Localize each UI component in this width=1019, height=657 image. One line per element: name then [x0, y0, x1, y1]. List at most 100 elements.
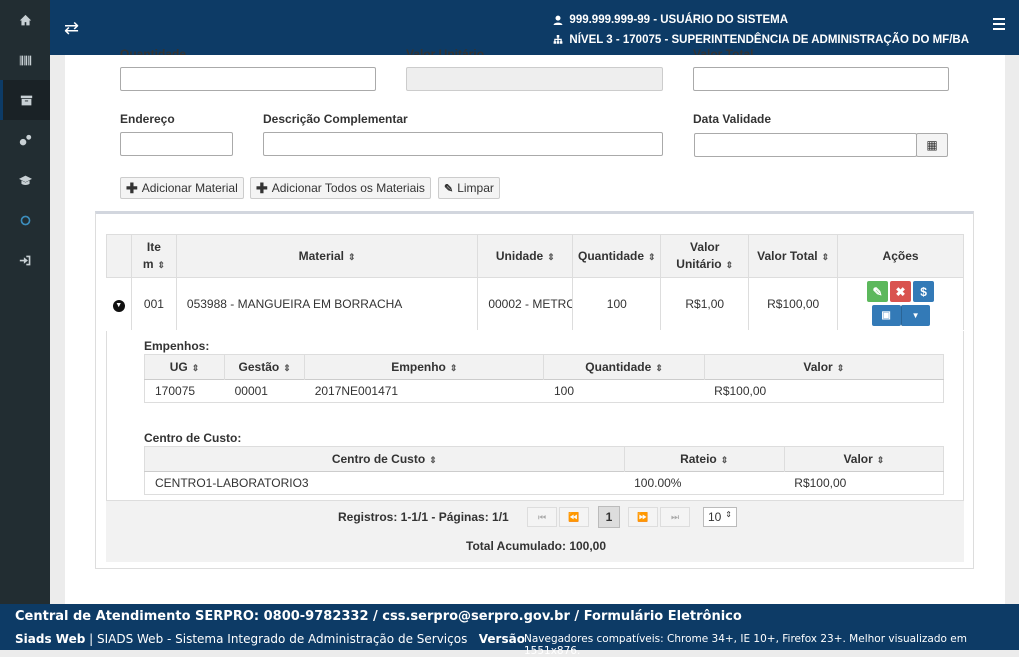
rateio-column-header[interactable]: Rateio ⇕: [624, 446, 785, 472]
centro-custo-table: Centro de Custo ⇕ Rateio ⇕ Valor ⇕ CENTRO1-…: [144, 446, 944, 495]
clear-button[interactable]: ✎ Limpar: [438, 177, 500, 199]
footer: Central de Atendimento SERPRO: 0800-9782…: [0, 604, 1019, 657]
ug-column-header[interactable]: UG ⇕: [144, 354, 226, 380]
caret-down-icon: ▼: [911, 311, 920, 321]
acoes-column-header: Ações: [837, 234, 964, 278]
expand-row-icon[interactable]: ▼: [106, 277, 132, 330]
sidebar: [0, 0, 50, 604]
sidebar-item-archive[interactable]: [0, 80, 50, 120]
delete-button[interactable]: ✖: [890, 281, 912, 303]
gestao-column-header[interactable]: Gestão ⇕: [224, 354, 306, 380]
sign-in-icon: [19, 255, 30, 265]
material-cell: 053988 - MANGUEIRA EM BORRACHA: [176, 277, 479, 330]
pagination-bar: Registros: 1-1/1 - Páginas: 1/1 ⏮ ⏪ 1 ⏩ …: [106, 500, 964, 562]
money-icon: ▣: [881, 310, 891, 322]
graduation-cap-icon: [18, 175, 32, 185]
dropdown-button[interactable]: ▼: [900, 305, 930, 327]
per-page-select[interactable]: 10 ⇕: [703, 507, 737, 527]
unidade-cell: 00002 - METRO: [477, 277, 574, 330]
archive-icon: [20, 95, 33, 105]
data-validade-input[interactable]: [694, 133, 917, 157]
item-cell: 001: [131, 277, 177, 330]
ug-cell: 170075: [144, 379, 225, 403]
endereco-label: Endereço: [120, 112, 175, 126]
emp-quantidade-cell: 100: [543, 379, 705, 403]
descricao-label: Descrição Complementar: [263, 112, 408, 126]
edit-button[interactable]: ✎: [867, 281, 889, 303]
add-all-materials-button[interactable]: ✚ Adicionar Todos os Materiais: [250, 177, 431, 199]
pencil-icon: ✎: [872, 284, 883, 299]
gestao-cell: 00001: [224, 379, 305, 403]
next-page-button[interactable]: ⏩: [628, 507, 658, 527]
valor-total-cell: R$100,00: [748, 277, 839, 330]
empenho-column-header[interactable]: Empenho ⇕: [304, 354, 545, 380]
endereco-input[interactable]: [120, 132, 233, 156]
valor-total-input[interactable]: [693, 67, 949, 91]
sidebar-item-barcode[interactable]: [0, 40, 50, 80]
cc-valor-cell: R$100,00: [784, 471, 944, 495]
actions-cell: ✎ ✖ $ ▣ ▼: [837, 277, 964, 330]
sitemap-icon: [554, 35, 563, 44]
plus-icon: ✚: [126, 179, 138, 196]
current-page-button[interactable]: 1: [598, 506, 620, 528]
money-button[interactable]: ▣: [871, 305, 901, 327]
user-icon: [554, 15, 563, 25]
centro-cell: CENTRO1-LABORATORIO3: [144, 471, 625, 495]
add-material-button[interactable]: ✚ Adicionar Material: [120, 177, 244, 199]
menu-toggle-icon[interactable]: [993, 18, 1005, 33]
emp-valor-cell: R$100,00: [704, 379, 944, 403]
data-validade-label: Data Validade: [693, 112, 772, 126]
total-acumulado-text: Total Acumulado: 100,00: [466, 539, 607, 553]
emp-valor-column-header[interactable]: Valor ⇕: [704, 354, 944, 380]
gears-icon: [19, 134, 31, 145]
quantidade-column-header[interactable]: Quantidade ⇕: [572, 234, 662, 278]
row-detail: Empenhos: UG ⇕ Gestão ⇕ Empenho ⇕ Quantidad…: [106, 331, 964, 501]
first-page-button[interactable]: ⏮: [527, 507, 557, 527]
rateio-cell: 100.00%: [624, 471, 785, 495]
valor-unitario-column-header[interactable]: Valor Unitário ⇕: [660, 234, 750, 278]
price-button[interactable]: $: [913, 281, 935, 303]
empenhos-table: UG ⇕ Gestão ⇕ Empenho ⇕ Quantidade ⇕ Valor ⇕ …: [144, 354, 944, 403]
quantidade-cell: 100: [572, 277, 662, 330]
registros-text: Registros: 1-1/1 - Páginas: 1/1: [338, 510, 509, 524]
expand-column-header: [106, 234, 132, 278]
user-level: NÍVEL 3 - 170075 - SUPERINTENDÊNCIA DE A…: [569, 34, 969, 46]
valor-total-column-header[interactable]: Valor Total ⇕: [748, 234, 839, 278]
empenhos-title: Empenhos:: [144, 339, 210, 353]
table-row: 170075 00001 2017NE001471 100 R$100,00: [144, 379, 944, 403]
plus-icon: ✚: [256, 179, 268, 196]
footer-contact: Central de Atendimento SERPRO: 0800-9782…: [15, 609, 742, 624]
sidebar-item-exit[interactable]: [0, 240, 50, 280]
table-row: ▼ 001 053988 - MANGUEIRA EM BORRACHA 000…: [106, 277, 964, 330]
swap-icon[interactable]: ⇄: [64, 18, 79, 39]
user-name: 999.999.999-99 - USUÁRIO DO SISTEMA: [569, 14, 789, 26]
materials-table: Item ⇕ Material ⇕ Unidade ⇕ Quantidade ⇕ Val…: [106, 234, 964, 330]
prev-page-button[interactable]: ⏪: [559, 507, 589, 527]
select-arrows-icon: ⇕: [725, 510, 732, 519]
last-page-button[interactable]: ⏭: [660, 507, 690, 527]
sidebar-item-home[interactable]: [0, 0, 50, 40]
eraser-icon: ✎: [444, 182, 454, 195]
calendar-icon[interactable]: ▦: [916, 133, 948, 157]
centro-column-header[interactable]: Centro de Custo ⇕: [144, 446, 625, 472]
footer-browsers: Navegadores compatíveis: Chrome 34+, IE …: [524, 633, 967, 657]
materials-panel: Item ⇕ Material ⇕ Unidade ⇕ Quantidade ⇕ Val…: [95, 211, 974, 569]
sidebar-item-settings[interactable]: [0, 120, 50, 160]
sidebar-item-training[interactable]: [0, 160, 50, 200]
unidade-column-header[interactable]: Unidade ⇕: [477, 234, 574, 278]
sidebar-item-status[interactable]: [0, 200, 50, 240]
valor-unitario-cell: R$1,00: [660, 277, 750, 330]
material-column-header[interactable]: Material ⇕: [175, 234, 479, 278]
table-row: CENTRO1-LABORATORIO3 100.00% R$100,00: [144, 471, 944, 495]
home-icon: [19, 14, 31, 25]
centro-custo-title: Centro de Custo:: [144, 431, 242, 445]
valor-unitario-input: [406, 67, 663, 91]
descricao-input[interactable]: [263, 132, 663, 156]
top-navbar: ⇄ 999.999.999-99 - USUÁRIO DO SISTEMA NÍ…: [50, 0, 1019, 55]
version-link[interactable]: Versão: [479, 632, 525, 646]
quantidade-input[interactable]: [120, 67, 376, 91]
emp-quantidade-column-header[interactable]: Quantidade ⇕: [543, 354, 705, 380]
barcode-icon: [19, 55, 31, 65]
item-column-header[interactable]: Item ⇕: [130, 234, 177, 278]
cc-valor-column-header[interactable]: Valor ⇕: [784, 446, 944, 472]
